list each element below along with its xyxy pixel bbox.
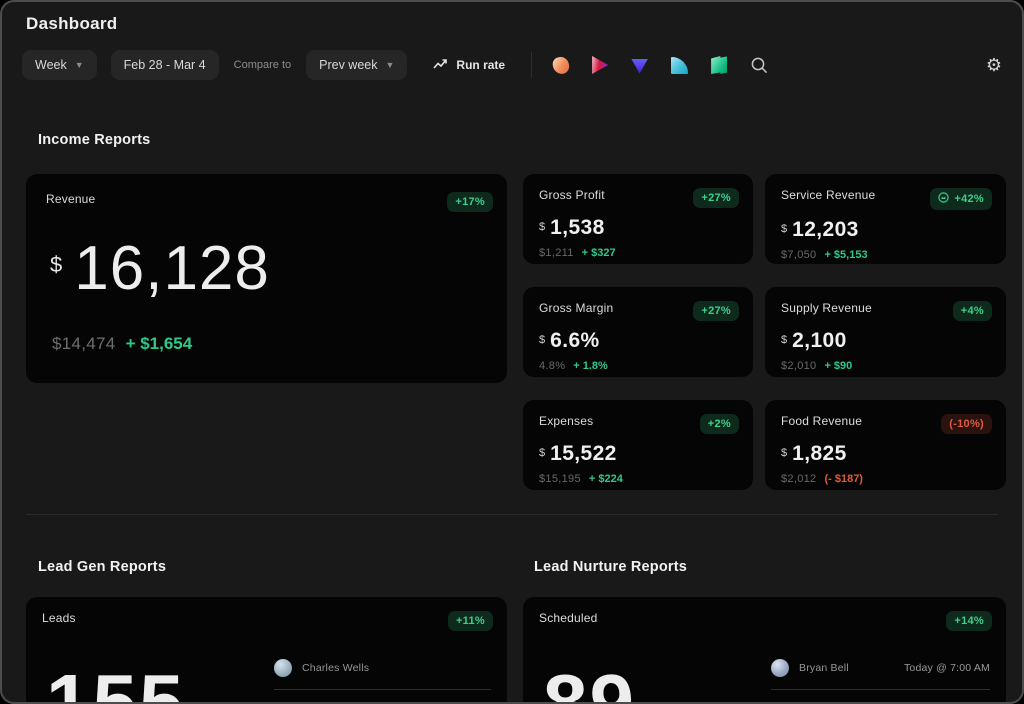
card-value: 1,825 xyxy=(792,443,847,464)
lead-person-row[interactable]: Charles Wells xyxy=(274,659,491,690)
change-value: + $327 xyxy=(582,247,616,259)
card-value: 2,100 xyxy=(792,330,847,351)
card-label: Scheduled xyxy=(539,611,598,625)
ledger-icon[interactable] xyxy=(711,56,727,74)
toolbar: Week ▼ Feb 28 - Mar 4 Compare to Prev we… xyxy=(22,48,1002,82)
change-value: + 1.8% xyxy=(573,360,608,372)
card-value: 1,538 xyxy=(550,217,605,238)
card-label: Supply Revenue xyxy=(781,301,872,315)
card-label: Food Revenue xyxy=(781,414,862,428)
toolbar-divider xyxy=(531,52,532,78)
change-value: (- $187) xyxy=(824,473,863,485)
previous-value: $15,195 xyxy=(539,473,581,485)
previous-value: $7,050 xyxy=(781,249,816,261)
pie-chart-icon[interactable] xyxy=(671,57,688,74)
currency-symbol: $ xyxy=(539,221,545,233)
chevron-down-icon: ▼ xyxy=(385,61,394,70)
person-name: Charles Wells xyxy=(302,662,369,674)
card-value: 89 xyxy=(543,663,636,704)
previous-value: $1,211 xyxy=(539,247,574,259)
period-select-value: Week xyxy=(35,58,67,72)
previous-value: $2,010 xyxy=(781,360,816,372)
change-badge: +11% xyxy=(448,611,493,631)
previous-value: $2,012 xyxy=(781,473,816,485)
compare-select[interactable]: Prev week ▼ xyxy=(306,50,407,80)
compare-to-label: Compare to xyxy=(234,59,291,71)
run-rate-toggle[interactable]: Run rate xyxy=(433,58,505,73)
card-label: Gross Margin xyxy=(539,301,613,315)
scheduled-card[interactable]: Scheduled +14% 89 Bryan Bell Today @ 7:0… xyxy=(523,597,1006,704)
change-badge: +27% xyxy=(693,188,739,208)
leads-card[interactable]: Leads +11% 155 Charles Wells xyxy=(26,597,507,704)
previous-value: 4.8% xyxy=(539,360,565,372)
funnel-red-icon[interactable] xyxy=(592,56,608,74)
card-value: 16,128 xyxy=(74,238,270,300)
card-label: Expenses xyxy=(539,414,593,428)
currency-symbol: $ xyxy=(539,447,545,459)
sales-chart-icon[interactable] xyxy=(552,55,571,75)
currency-symbol: $ xyxy=(781,447,787,459)
income-card-service-revenue[interactable]: Service Revenue +42% $ 12,203 $7,050 + $… xyxy=(765,174,1006,264)
revenue-previous-row: $14,474 + $1,654 xyxy=(52,334,192,354)
compare-select-value: Prev week xyxy=(319,58,377,72)
change-value: + $5,153 xyxy=(824,249,867,261)
card-label: Gross Profit xyxy=(539,188,605,202)
card-value: 15,522 xyxy=(550,443,617,464)
dashboard-window: Dashboard Week ▼ Feb 28 - Mar 4 Compare … xyxy=(0,0,1024,704)
change-value: + $1,654 xyxy=(126,334,193,354)
currency-symbol: $ xyxy=(781,223,787,235)
card-label: Service Revenue xyxy=(781,188,875,202)
card-label: Revenue xyxy=(46,192,95,206)
income-cards-grid: Gross Profit +27% $ 1,538 $1,211 + $327 … xyxy=(523,174,1006,490)
card-value: 6.6% xyxy=(550,330,599,351)
run-rate-label: Run rate xyxy=(456,58,505,72)
page-title: Dashboard xyxy=(26,14,118,34)
change-value: + $224 xyxy=(589,473,623,485)
change-value: + $90 xyxy=(824,360,852,372)
change-badge: +17% xyxy=(447,192,493,212)
card-value: 155 xyxy=(46,663,185,704)
search-icon[interactable] xyxy=(750,56,769,75)
avatar xyxy=(274,659,292,677)
award-icon xyxy=(938,192,949,206)
income-reports-heading: Income Reports xyxy=(38,132,150,148)
lead-nurture-reports-heading: Lead Nurture Reports xyxy=(534,559,687,575)
avatar xyxy=(771,659,789,677)
change-badge: +42% xyxy=(930,188,992,210)
currency-symbol: $ xyxy=(781,334,787,346)
income-card-revenue[interactable]: Revenue +17% $ 16,128 $14,474 + $1,654 xyxy=(26,174,507,383)
change-badge: (-10%) xyxy=(941,414,992,434)
lead-gen-reports-heading: Lead Gen Reports xyxy=(38,559,166,575)
section-divider xyxy=(26,514,998,515)
date-range-label: Feb 28 - Mar 4 xyxy=(124,58,206,72)
trending-up-icon xyxy=(433,58,448,73)
report-shortcut-icons xyxy=(553,56,769,75)
revenue-value: $ 16,128 xyxy=(50,238,270,300)
badge-value: +42% xyxy=(954,193,984,205)
card-value: 12,203 xyxy=(792,219,859,240)
person-name: Bryan Bell xyxy=(799,662,849,674)
scheduled-time: Today @ 7:00 AM xyxy=(904,662,990,674)
date-range-button[interactable]: Feb 28 - Mar 4 xyxy=(111,50,219,80)
scheduled-person-row[interactable]: Bryan Bell Today @ 7:00 AM xyxy=(771,659,990,690)
change-badge: +14% xyxy=(946,611,992,631)
change-badge: +27% xyxy=(693,301,739,321)
chevron-down-icon: ▼ xyxy=(75,61,84,70)
currency-symbol: $ xyxy=(539,334,545,346)
card-label: Leads xyxy=(42,611,76,625)
change-badge: +4% xyxy=(953,301,992,321)
settings-gear-icon[interactable]: ⚙ xyxy=(986,56,1002,74)
income-card-gross-margin[interactable]: Gross Margin +27% $ 6.6% 4.8% + 1.8% xyxy=(523,287,753,377)
period-select[interactable]: Week ▼ xyxy=(22,50,97,80)
funnel-blue-icon[interactable] xyxy=(631,59,648,74)
income-card-gross-profit[interactable]: Gross Profit +27% $ 1,538 $1,211 + $327 xyxy=(523,174,753,264)
currency-symbol: $ xyxy=(50,252,62,278)
income-card-supply-revenue[interactable]: Supply Revenue +4% $ 2,100 $2,010 + $90 xyxy=(765,287,1006,377)
change-badge: +2% xyxy=(700,414,739,434)
income-card-food-revenue[interactable]: Food Revenue (-10%) $ 1,825 $2,012 (- $1… xyxy=(765,400,1006,490)
previous-value: $14,474 xyxy=(52,334,116,354)
income-card-expenses[interactable]: Expenses +2% $ 15,522 $15,195 + $224 xyxy=(523,400,753,490)
